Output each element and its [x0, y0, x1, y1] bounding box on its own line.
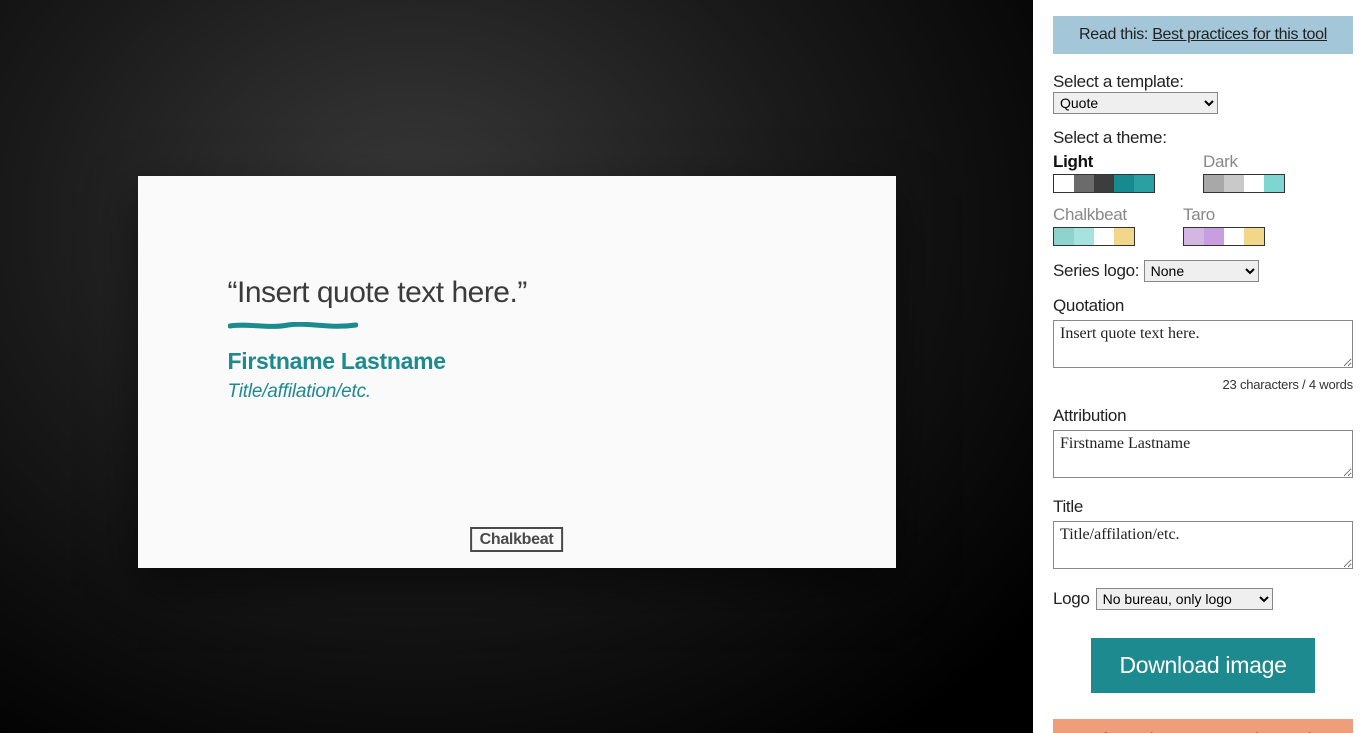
swatch[interactable] — [1224, 228, 1244, 245]
logo-label: Logo — [1053, 589, 1090, 609]
title-text: Title/affilation/etc. — [228, 381, 806, 403]
theme-name-taro: Taro — [1183, 205, 1265, 225]
swatch[interactable] — [1134, 175, 1154, 192]
theme-swatches-chalkbeat[interactable] — [1053, 227, 1135, 246]
theme-name-dark: Dark — [1203, 152, 1285, 172]
download-button[interactable]: Download image — [1091, 638, 1314, 693]
swatch[interactable] — [1244, 228, 1264, 245]
alt-text-reminder: Don't forget: be sure to set alt-text wh… — [1053, 719, 1353, 733]
quotation-label: Quotation — [1053, 296, 1353, 316]
swatch[interactable] — [1054, 175, 1074, 192]
theme-swatches-taro[interactable] — [1183, 227, 1265, 246]
theme-name-light: Light — [1053, 152, 1155, 172]
attribution-label: Attribution — [1053, 406, 1353, 426]
quote-card: “Insert quote text here.” Firstname Last… — [138, 176, 896, 568]
swatch[interactable] — [1264, 175, 1284, 192]
theme-name-chalkbeat: Chalkbeat — [1053, 205, 1135, 225]
preview-canvas: “Insert quote text here.” Firstname Last… — [0, 0, 1033, 733]
series-logo-label: Series logo: — [1053, 261, 1139, 280]
swatch[interactable] — [1114, 175, 1134, 192]
quotation-counter: 23 characters / 4 words — [1053, 377, 1353, 392]
swatch[interactable] — [1244, 175, 1264, 192]
quotation-input[interactable] — [1053, 320, 1353, 368]
swatch[interactable] — [1224, 175, 1244, 192]
theme-label: Select a theme: — [1053, 128, 1353, 148]
swatch[interactable] — [1204, 228, 1224, 245]
logo-select[interactable]: No bureau, only logo — [1096, 588, 1273, 610]
brand-logo: Chalkbeat — [470, 527, 564, 552]
title-label: Title — [1053, 497, 1353, 517]
swatch[interactable] — [1054, 228, 1074, 245]
theme-swatches-light[interactable] — [1053, 174, 1155, 193]
swatch[interactable] — [1094, 175, 1114, 192]
best-practices-banner: Read this: Best practices for this tool — [1053, 16, 1353, 54]
swatch[interactable] — [1094, 228, 1114, 245]
swatch[interactable] — [1184, 228, 1204, 245]
controls-sidebar: Read this: Best practices for this tool … — [1033, 0, 1367, 733]
best-practices-link[interactable]: Best practices for this tool — [1152, 26, 1327, 43]
attribution-input[interactable] — [1053, 430, 1353, 478]
brush-underline-icon — [228, 322, 358, 330]
series-logo-select[interactable]: None — [1144, 260, 1259, 282]
template-label: Select a template: — [1053, 72, 1184, 91]
swatch[interactable] — [1114, 228, 1134, 245]
theme-swatches-dark[interactable] — [1203, 174, 1285, 193]
swatch[interactable] — [1204, 175, 1224, 192]
quote-text: “Insert quote text here.” — [228, 276, 806, 311]
attribution-text: Firstname Lastname — [228, 348, 806, 375]
template-select[interactable]: Quote — [1053, 92, 1218, 114]
swatch[interactable] — [1074, 175, 1094, 192]
banner-prefix: Read this: — [1079, 26, 1152, 43]
title-input[interactable] — [1053, 521, 1353, 569]
swatch[interactable] — [1074, 228, 1094, 245]
